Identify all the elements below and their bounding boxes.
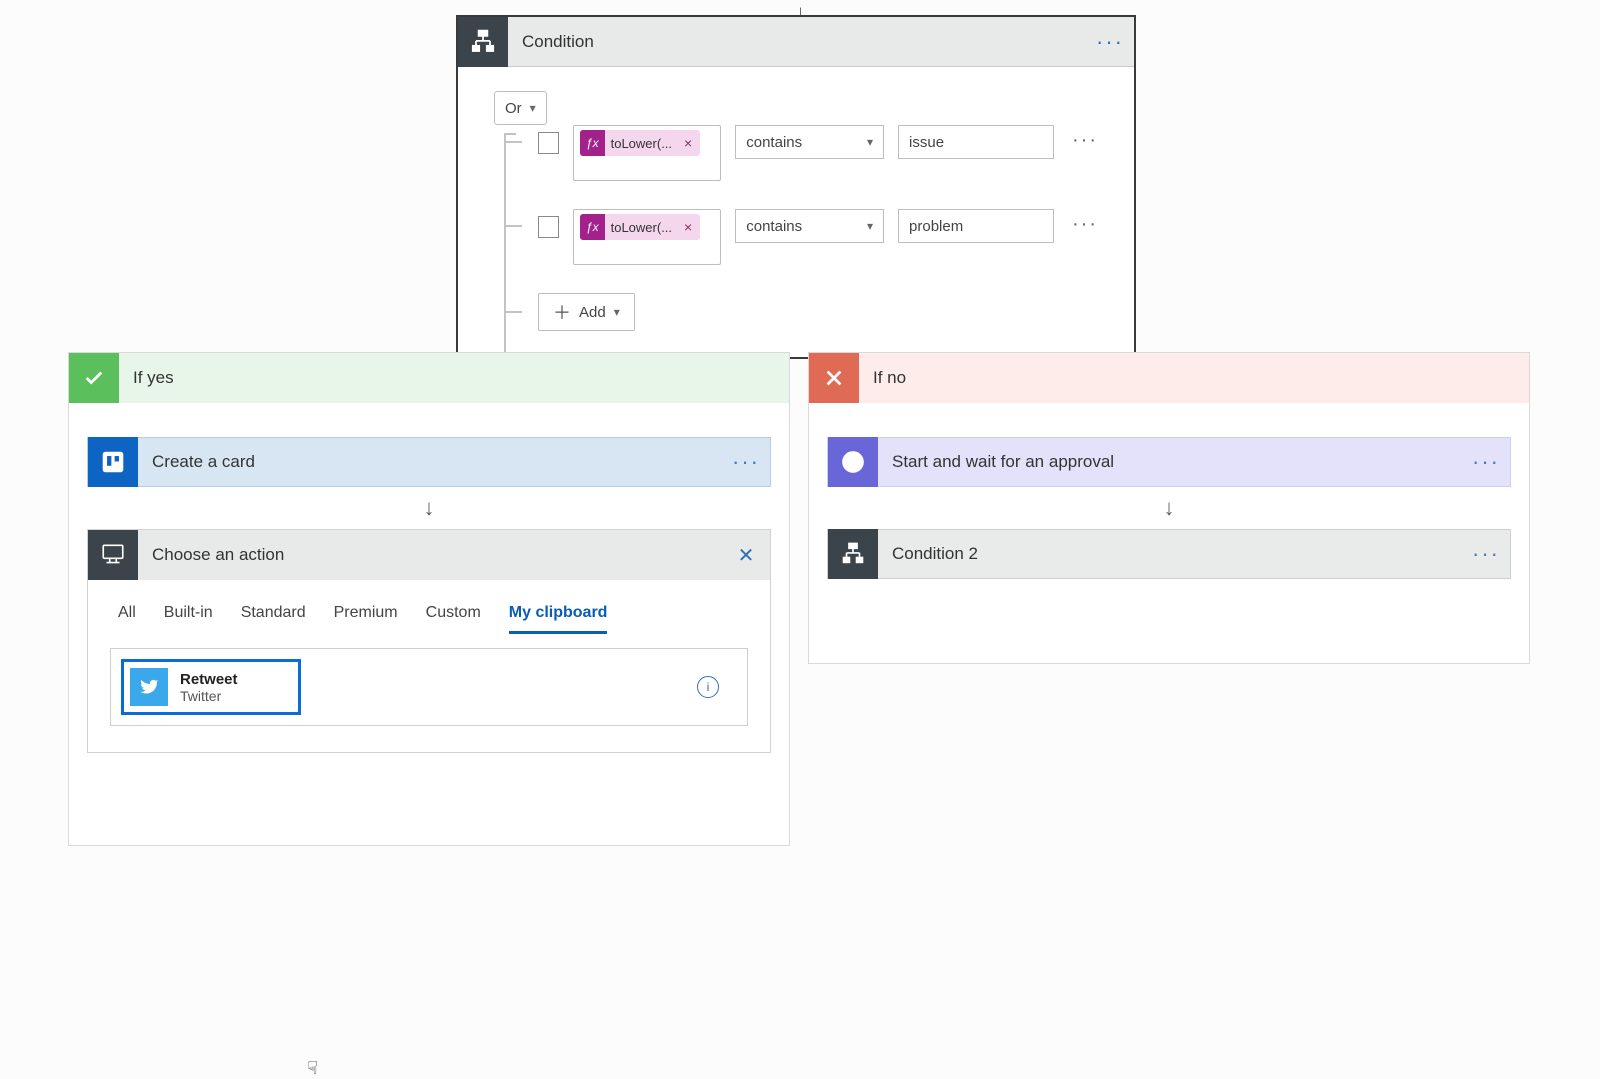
add-condition-button[interactable]: ＋ Add ▾ xyxy=(538,293,635,331)
expression-remove-button[interactable]: × xyxy=(676,135,700,151)
info-icon[interactable]: i xyxy=(697,676,719,698)
action-approval[interactable]: Start and wait for an approval ··· xyxy=(827,437,1511,487)
row-select-checkbox[interactable] xyxy=(538,216,559,238)
if-yes-body: Create a card ··· ↓ Choose an action ✕ A… xyxy=(69,403,789,787)
fx-icon: ƒx xyxy=(580,130,605,156)
add-label: Add xyxy=(579,304,606,321)
expression-text: toLower(... xyxy=(605,220,676,235)
choose-action-panel: Choose an action ✕ All Built-in Standard… xyxy=(87,529,771,753)
add-row: ＋ Add ▾ xyxy=(538,293,1098,331)
tab-custom[interactable]: Custom xyxy=(426,598,481,634)
if-no-header: If no xyxy=(809,353,1529,403)
tab-standard[interactable]: Standard xyxy=(241,598,306,634)
action-more-button[interactable]: ··· xyxy=(722,449,770,475)
fx-icon: ƒx xyxy=(580,214,605,240)
expression-field[interactable]: ƒx toLower(... × xyxy=(573,209,721,265)
tab-built-in[interactable]: Built-in xyxy=(164,598,213,634)
flow-arrow-icon: ↓ xyxy=(1164,495,1175,521)
operator-dropdown[interactable]: contains ▾ xyxy=(735,209,884,243)
condition-icon xyxy=(458,17,508,67)
action-create-card[interactable]: Create a card ··· xyxy=(87,437,771,487)
group-operator-label: Or xyxy=(505,100,522,117)
operator-label: contains xyxy=(746,218,802,235)
clipboard-item-retweet[interactable]: Retweet Twitter xyxy=(121,659,301,715)
chevron-down-icon: ▾ xyxy=(867,219,873,233)
tab-premium[interactable]: Premium xyxy=(334,598,398,634)
condition-rows: ƒx toLower(... × contains ▾ ··· ƒx xyxy=(494,125,1098,331)
chevron-down-icon: ▾ xyxy=(867,135,873,149)
operator-label: contains xyxy=(746,134,802,151)
tab-all[interactable]: All xyxy=(118,598,136,634)
clipboard-area: Retweet Twitter i xyxy=(110,648,748,726)
group-operator-dropdown[interactable]: Or ▾ xyxy=(494,91,547,125)
action-more-button[interactable]: ··· xyxy=(1462,449,1510,475)
if-yes-branch: If yes Create a card ··· ↓ Choose an act… xyxy=(68,352,790,846)
action-condition-2[interactable]: Condition 2 ··· xyxy=(827,529,1511,579)
condition-title: Condition xyxy=(508,32,1086,52)
if-no-body: Start and wait for an approval ··· ↓ Con… xyxy=(809,403,1529,613)
expression-field[interactable]: ƒx toLower(... × xyxy=(573,125,721,181)
trello-icon xyxy=(88,437,138,487)
action-more-button[interactable]: ··· xyxy=(1462,541,1510,567)
choose-action-header: Choose an action ✕ xyxy=(88,530,770,580)
if-yes-label: If yes xyxy=(119,368,174,388)
row-more-button[interactable]: ··· xyxy=(1068,129,1098,152)
chevron-down-icon: ▾ xyxy=(530,101,536,115)
action-title: Create a card xyxy=(138,452,722,472)
expression-remove-button[interactable]: × xyxy=(676,219,700,235)
cursor-pointer-icon: ☟ xyxy=(307,1058,318,1079)
expression-text: toLower(... xyxy=(605,136,676,151)
tab-my-clipboard[interactable]: My clipboard xyxy=(509,598,608,634)
action-tabs: All Built-in Standard Premium Custom My … xyxy=(88,580,770,634)
row-more-button[interactable]: ··· xyxy=(1068,213,1098,236)
chevron-down-icon: ▾ xyxy=(614,305,620,319)
action-title: Condition 2 xyxy=(878,544,1462,564)
condition-row: ƒx toLower(... × contains ▾ ··· xyxy=(538,209,1098,265)
plus-icon: ＋ xyxy=(553,299,571,325)
condition-more-button[interactable]: ··· xyxy=(1086,29,1134,55)
action-picker-icon xyxy=(88,530,138,580)
clipboard-item-text: Retweet Twitter xyxy=(180,671,238,704)
value-input[interactable] xyxy=(898,209,1054,243)
approval-icon xyxy=(828,437,878,487)
choose-action-title: Choose an action xyxy=(138,545,722,565)
twitter-icon xyxy=(130,668,168,706)
if-no-branch: If no Start and wait for an approval ···… xyxy=(808,352,1530,664)
if-no-label: If no xyxy=(859,368,906,388)
row-select-checkbox[interactable] xyxy=(538,132,559,154)
condition-row: ƒx toLower(... × contains ▾ ··· xyxy=(538,125,1098,181)
close-button[interactable]: ✕ xyxy=(722,543,770,568)
condition-icon xyxy=(828,529,878,579)
condition-header: Condition ··· xyxy=(458,17,1134,67)
flow-arrow-icon: ↓ xyxy=(424,495,435,521)
condition-body: Or ▾ ƒx toLower(... × contains ▾ xyxy=(458,67,1134,357)
clipboard-item-name: Retweet xyxy=(180,671,238,688)
value-input[interactable] xyxy=(898,125,1054,159)
action-title: Start and wait for an approval xyxy=(878,452,1462,472)
x-icon xyxy=(809,353,859,403)
condition-card: Condition ··· Or ▾ ƒx toLower(... × xyxy=(456,15,1136,359)
check-icon xyxy=(69,353,119,403)
clipboard-item-connector: Twitter xyxy=(180,688,238,704)
operator-dropdown[interactable]: contains ▾ xyxy=(735,125,884,159)
if-yes-header: If yes xyxy=(69,353,789,403)
